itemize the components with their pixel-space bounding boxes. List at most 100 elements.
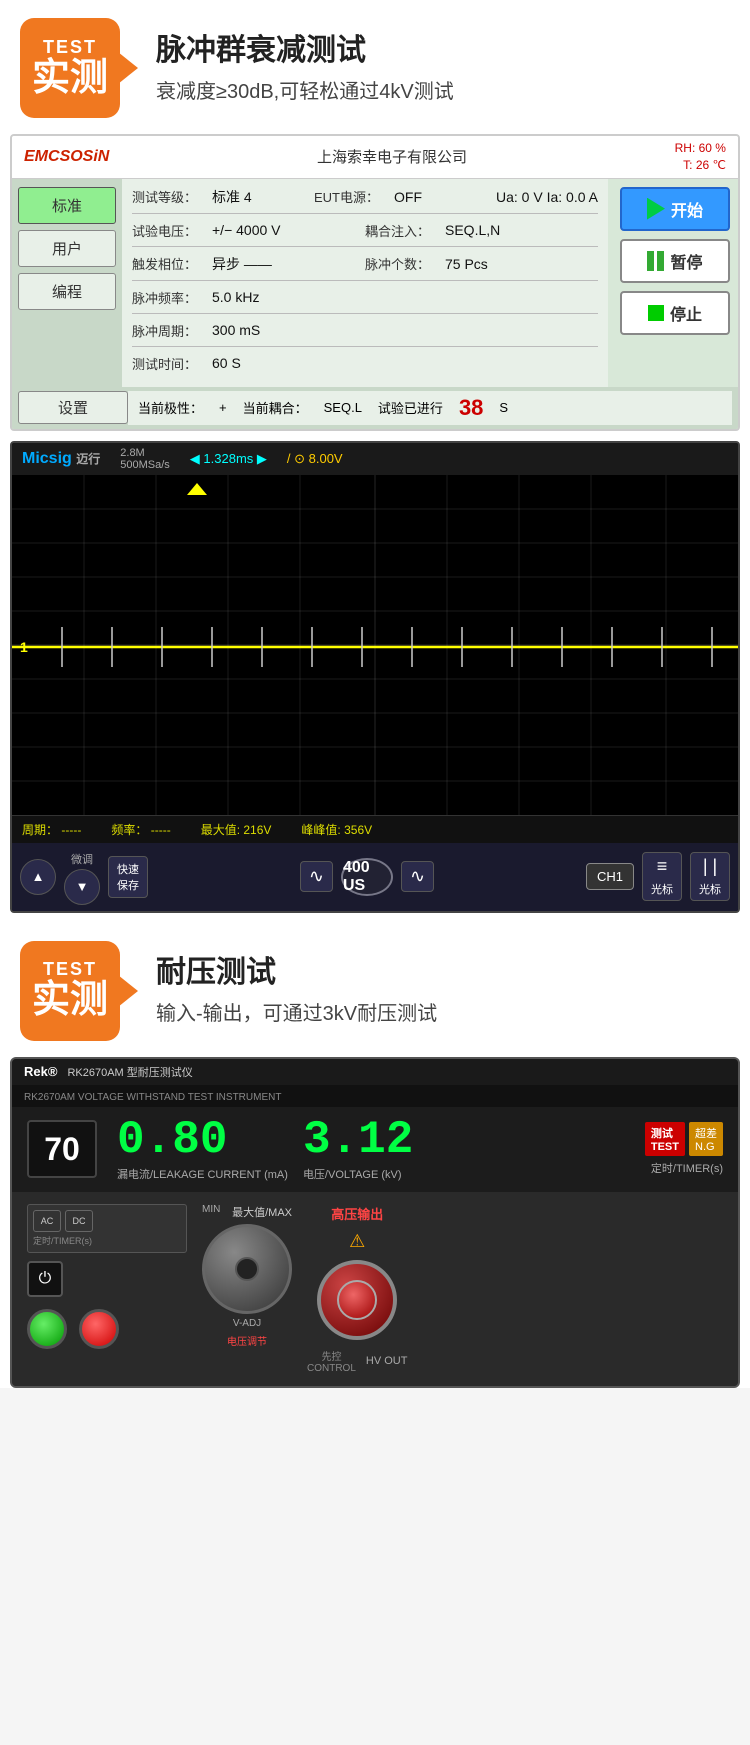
vt-knob-sublabel: 电压调节 bbox=[227, 1333, 267, 1348]
vt-test-lamp: 测试 TEST bbox=[645, 1122, 685, 1156]
panel-top-bar: EMCSOSiN 上海索幸电子有限公司 RH: 60 % T: 26 ℃ bbox=[12, 136, 738, 179]
vt-leakage-label: 漏电流/LEAKAGE CURRENT (mA) bbox=[117, 1166, 288, 1182]
vt-voltage-group: 3.12 电压/VOLTAGE (kV) bbox=[303, 1117, 413, 1182]
vt-top-bar: Rek® RK2670AM 型耐压测试仪 bbox=[12, 1059, 738, 1085]
pause-icon bbox=[647, 251, 664, 271]
btn-pause[interactable]: 暂停 bbox=[620, 239, 730, 283]
section2-text: 耐压测试 输入-输出，可通过3kV耐压测试 bbox=[156, 955, 730, 1026]
vt-small-panel: AC DC 定时/TIMER(s) bbox=[27, 1204, 187, 1253]
osc-finetune-group: 微调 ▼ bbox=[64, 849, 100, 905]
start-icon bbox=[647, 198, 665, 220]
row8-label: 试验已进行 bbox=[378, 398, 443, 417]
osc-freq-display: 400 US bbox=[341, 858, 393, 896]
vt-left-controls: AC DC 定时/TIMER(s) ⏻ bbox=[27, 1204, 187, 1374]
osc-ch1-btn[interactable]: CH1 bbox=[586, 863, 634, 890]
panel-right-btns: 开始 暂停 停止 bbox=[608, 179, 738, 387]
row8-unit: S bbox=[499, 400, 508, 415]
btn-stop[interactable]: 停止 bbox=[620, 291, 730, 335]
vt-switch-2[interactable]: DC bbox=[65, 1210, 93, 1232]
row3-value2: 75 Pcs bbox=[445, 256, 598, 272]
eft-panel: EMCSOSiN 上海索幸电子有限公司 RH: 60 % T: 26 ℃ 标准 … bbox=[10, 134, 740, 431]
row3-label2: 脉冲个数： bbox=[365, 254, 445, 273]
test-badge-2: TEST 实测 bbox=[20, 941, 120, 1041]
voltage-tester: Rek® RK2670AM 型耐压测试仪 RK2670AM VOLTAGE WI… bbox=[10, 1057, 740, 1388]
osc-sine-left[interactable]: ∿ bbox=[300, 861, 333, 892]
vt-hv-out-label: HV OUT bbox=[366, 1355, 408, 1367]
btn-standard[interactable]: 标准 bbox=[18, 187, 116, 224]
row1-value3: Ua: 0 V Ia: 0.0 A bbox=[496, 189, 598, 205]
row7-value1: + bbox=[219, 400, 227, 415]
vt-hv-label: 高压输出 bbox=[331, 1204, 383, 1223]
vt-remote-hv: 先控CONTROL HV OUT bbox=[307, 1348, 407, 1374]
vt-center-knob-group: MIN 最大值/MAX V-ADJ 电压调节 bbox=[202, 1204, 292, 1374]
panel-row-4: 脉冲频率： 5.0 kHz bbox=[132, 288, 598, 314]
panel-bottom-left: 设置 bbox=[18, 391, 128, 425]
osc-stat-max: 最大值: 216V bbox=[201, 821, 272, 838]
section1-header: TEST 实测 脉冲群衰减测试 衰减度≥30dB,可轻松通过4kV测试 bbox=[0, 0, 750, 130]
row6-label: 测试时间： bbox=[132, 354, 212, 373]
vt-switch-1[interactable]: AC bbox=[33, 1210, 61, 1232]
row6-value: 60 S bbox=[212, 355, 598, 371]
panel-body: 标准 用户 编程 测试等级： 标准 4 EUT电源： OFF Ua: 0 V I… bbox=[12, 179, 738, 387]
panel-env: RH: 60 % T: 26 ℃ bbox=[675, 140, 726, 174]
vt-right-panel: 测试 TEST 超差 N.G 定时/TIMER(s) bbox=[645, 1122, 723, 1176]
btn-settings[interactable]: 设置 bbox=[18, 391, 128, 424]
osc-cursor1-btn[interactable]: ≡ 光标 bbox=[642, 852, 682, 901]
vt-ng-lamp: 超差 N.G bbox=[689, 1122, 723, 1156]
row1-value: 标准 4 bbox=[212, 187, 314, 207]
osc-param-samplerate: 2.8M 500MSa/s bbox=[120, 447, 170, 471]
osc-btn-up[interactable]: ▲ bbox=[20, 859, 56, 895]
osc-sine-right[interactable]: ∿ bbox=[401, 861, 434, 892]
section2-subtitle: 输入-输出，可通过3kV耐压测试 bbox=[156, 997, 730, 1026]
vt-right-controls: 高压输出 ⚠ 先控CONTROL HV OUT bbox=[307, 1204, 407, 1374]
btn-program[interactable]: 编程 bbox=[18, 273, 116, 310]
vt-btn-row bbox=[27, 1309, 187, 1349]
osc-btn-fastsave[interactable]: 快速 保存 bbox=[108, 856, 148, 898]
row4-value: 5.0 kHz bbox=[212, 289, 598, 305]
btn-user[interactable]: 用户 bbox=[18, 230, 116, 267]
vt-knob-label: V-ADJ bbox=[233, 1318, 261, 1329]
panel-row-1: 测试等级： 标准 4 EUT电源： OFF Ua: 0 V Ia: 0.0 A bbox=[132, 187, 598, 214]
vt-hv-knob[interactable] bbox=[317, 1260, 397, 1340]
badge-en-1: TEST bbox=[43, 37, 97, 58]
row1-label2: EUT电源： bbox=[314, 187, 394, 206]
osc-finetune-label: 微调 bbox=[65, 849, 99, 869]
page-wrapper: TEST 实测 脉冲群衰减测试 衰减度≥30dB,可轻松通过4kV测试 EMCS… bbox=[0, 0, 750, 1388]
badge-zh-1: 实测 bbox=[32, 58, 108, 100]
row2-value2: SEQ.L,N bbox=[445, 222, 598, 238]
row8-value: 38 bbox=[459, 395, 483, 421]
row3-label: 触发相位： bbox=[132, 254, 212, 273]
osc-stat-pkpk: 峰峰值: 356V bbox=[301, 821, 372, 838]
section1-text: 脉冲群衰减测试 衰减度≥30dB,可轻松通过4kV测试 bbox=[156, 33, 730, 104]
vt-hv-knob-inner bbox=[337, 1280, 377, 1320]
panel-row-2: 试验电压： +/− 4000 V 耦合注入： SEQ.L,N bbox=[132, 221, 598, 247]
osc-screen: 1 bbox=[12, 475, 738, 815]
panel-left-btns: 标准 用户 编程 bbox=[12, 179, 122, 387]
oscilloscope: Micsig 迈行 2.8M 500MSa/s ◀ 1.328ms ▶ / ⊙ … bbox=[10, 441, 740, 913]
osc-stat-period: 周期： ----- bbox=[22, 821, 81, 838]
vt-timer-value: 70 bbox=[44, 1131, 80, 1168]
row3-value: 异步 —— bbox=[212, 254, 365, 274]
vt-lamps: 测试 TEST 超差 N.G bbox=[645, 1122, 723, 1156]
osc-btn-down[interactable]: ▼ bbox=[64, 869, 100, 905]
osc-cursor2-btn[interactable]: | | 光标 bbox=[690, 852, 730, 901]
osc-controls: ▲ 微调 ▼ 快速 保存 ∿ 400 US ∿ CH1 ≡ 光标 | | 光标 bbox=[12, 843, 738, 911]
panel-row-3: 触发相位： 异步 —— 脉冲个数： 75 Pcs bbox=[132, 254, 598, 281]
vt-brand: Rek® bbox=[24, 1064, 57, 1079]
btn-start[interactable]: 开始 bbox=[620, 187, 730, 231]
panel-row-6: 测试时间： 60 S bbox=[132, 354, 598, 379]
vt-power-switch[interactable]: ⏻ bbox=[27, 1261, 63, 1297]
vt-display-values: 0.80 漏电流/LEAKAGE CURRENT (mA) 3.12 电压/VO… bbox=[117, 1117, 625, 1182]
badge-en-2: TEST bbox=[43, 959, 97, 980]
vt-model-en-bar: RK2670AM VOLTAGE WITHSTAND TEST INSTRUME… bbox=[12, 1085, 738, 1107]
osc-param-time: ◀ 1.328ms ▶ bbox=[190, 451, 267, 467]
osc-stat-freq: 频率： ----- bbox=[111, 821, 170, 838]
row1-value2: OFF bbox=[394, 189, 496, 205]
vt-remote-label: 先控CONTROL bbox=[307, 1348, 356, 1374]
vt-green-btn[interactable] bbox=[27, 1309, 67, 1349]
section1-subtitle: 衰减度≥30dB,可轻松通过4kV测试 bbox=[156, 75, 730, 104]
vt-voltage-knob[interactable] bbox=[202, 1224, 292, 1314]
section1-title: 脉冲群衰减测试 bbox=[156, 33, 730, 69]
vt-red-btn[interactable] bbox=[79, 1309, 119, 1349]
panel-bottom: 设置 当前极性： + 当前耦合： SEQ.L 试验已进行 38 S bbox=[12, 387, 738, 429]
